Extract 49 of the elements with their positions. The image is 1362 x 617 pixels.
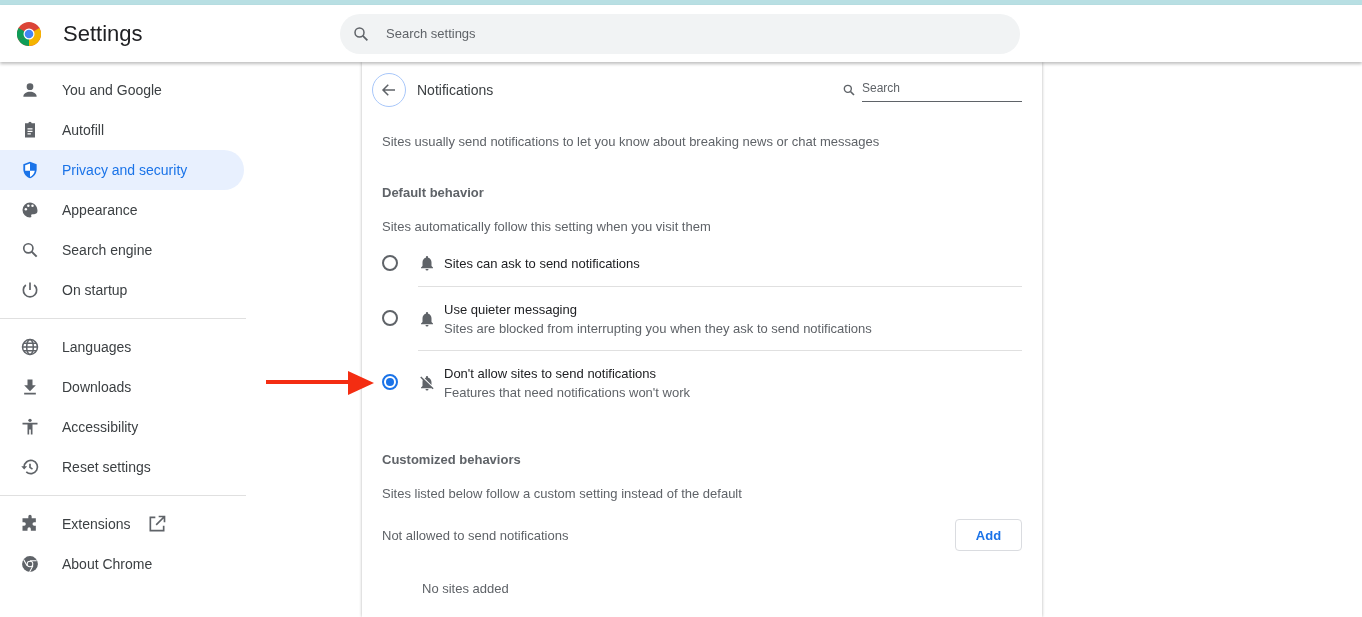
option-label: Sites can ask to send notifications: [444, 255, 640, 271]
search-icon: [352, 24, 370, 43]
intro-text: Sites usually send notifications to let you know about breaking news or chat messages: [382, 134, 881, 149]
arrow-left-icon: [380, 81, 398, 99]
accessibility-icon: [20, 417, 40, 437]
section-heading: Customized behaviors: [382, 452, 522, 467]
section-description: Sites listed below follow a custom setting instead of the default: [382, 486, 743, 501]
search-icon: [20, 240, 40, 260]
sidebar-item[interactable]: Accessibility: [0, 407, 244, 447]
option-label: Don't allow sites to send notifications: [444, 365, 658, 381]
option-description: Features that need notifications won't work: [444, 384, 690, 400]
sidebar-item[interactable]: On startup: [0, 270, 244, 310]
sidebar-item[interactable]: Extensions: [0, 504, 244, 544]
globe-icon: [20, 337, 40, 357]
search-icon: [842, 83, 856, 97]
sidebar-item[interactable]: About Chrome: [0, 544, 244, 584]
section-heading: Default behavior: [382, 185, 485, 200]
history-icon: [20, 457, 40, 477]
app-title: Settings: [63, 20, 144, 47]
bell-off-icon: [418, 373, 436, 392]
shield-icon: [20, 160, 40, 180]
external-link-icon: [147, 514, 167, 534]
sidebar-item[interactable]: Appearance: [0, 190, 244, 230]
option-description: Sites are blocked from interrupting you when they ask to send notifications: [444, 320, 872, 336]
palette-icon: [20, 200, 40, 220]
radio-button[interactable]: [382, 374, 398, 390]
option-label: Use quieter messaging: [444, 301, 578, 317]
sidebar-item[interactable]: Reset settings: [0, 447, 244, 487]
power-icon: [20, 280, 40, 300]
list-label: Not allowed to send notifications: [382, 527, 569, 543]
empty-message: No sites added: [422, 581, 510, 596]
page-title: Notifications: [417, 82, 495, 98]
sidebar-item[interactable]: Downloads: [0, 367, 244, 407]
radio-button[interactable]: [382, 310, 398, 326]
bell-icon: [418, 254, 436, 272]
chrome-logo: [17, 21, 41, 46]
add-button[interactable]: Add: [955, 519, 1022, 551]
back-button[interactable]: [372, 73, 406, 107]
bell-icon: [418, 309, 436, 328]
chrome-icon: [20, 554, 40, 574]
search-field[interactable]: Search settings: [340, 13, 1020, 54]
person-icon: [20, 80, 40, 100]
sidebar-item[interactable]: Search engine: [0, 230, 244, 270]
sidebar-item[interactable]: Autofill: [0, 110, 244, 150]
sidebar-item[interactable]: Languages: [0, 327, 244, 367]
section-description: Sites automatically follow this setting when you visit them: [382, 219, 712, 234]
sidebar-item[interactable]: You and Google: [0, 70, 244, 110]
radio-button[interactable]: [382, 255, 398, 271]
sidebar-item[interactable]: Privacy and security: [0, 150, 244, 190]
